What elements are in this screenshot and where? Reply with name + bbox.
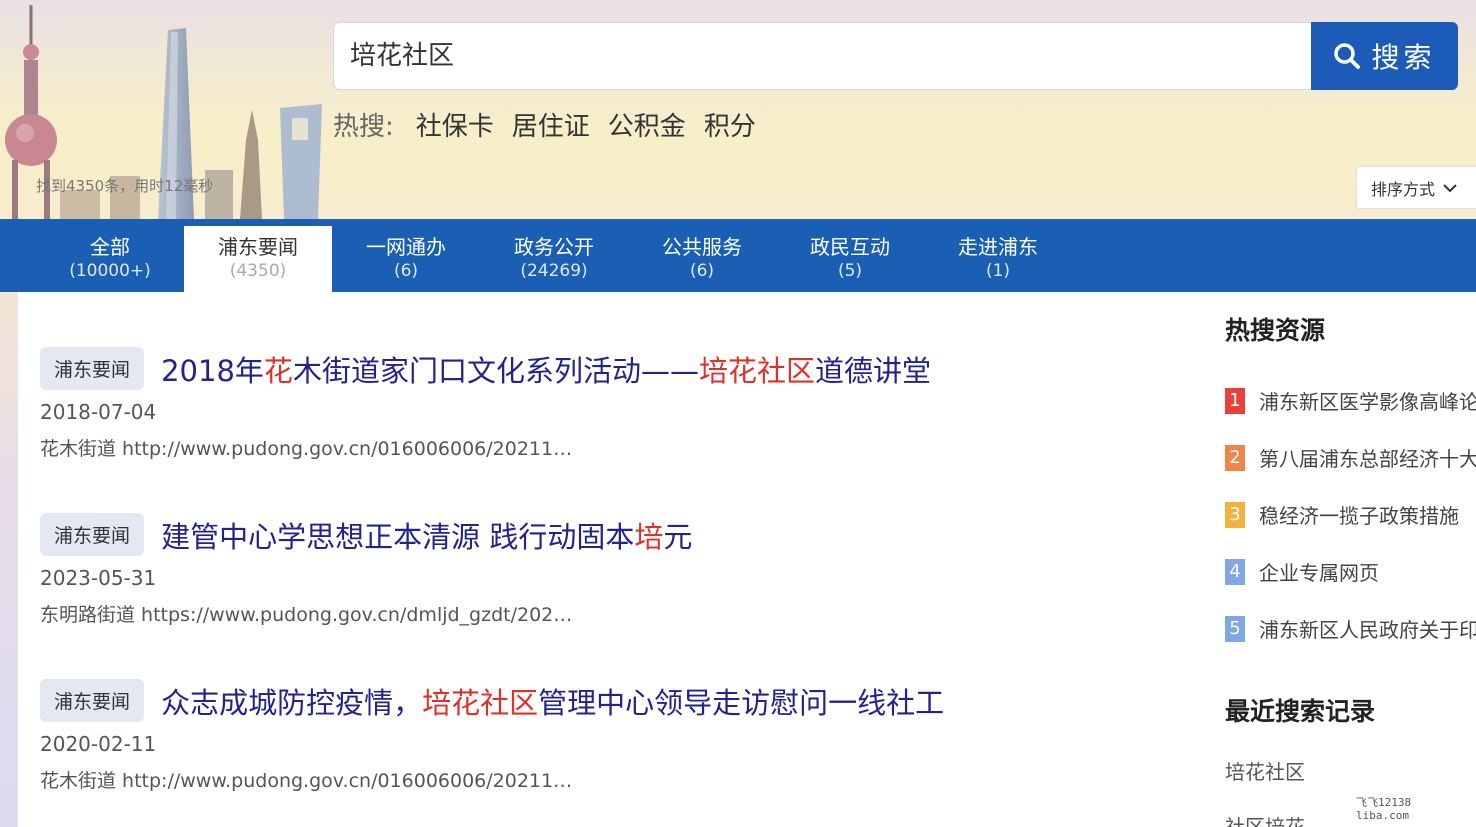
tab-label: 全部 <box>90 235 130 259</box>
result-category-tag: 浦东要闻 <box>40 679 145 722</box>
tab-pudong-news[interactable]: 浦东要闻 (4350) <box>184 226 332 292</box>
hot-resources-title: 热搜资源 <box>1225 316 1326 345</box>
hot-resource-item[interactable]: 1 浦东新区医学影像高峰论坛 <box>1225 372 1476 429</box>
tab-count: (6) <box>393 261 419 281</box>
tab-label: 政务公开 <box>514 235 594 259</box>
hot-search-label: 热搜: <box>333 112 394 142</box>
tab-public-service[interactable]: 公共服务 (6) <box>628 219 776 292</box>
title-text: 道德讲堂 <box>814 353 931 388</box>
result-source: 东明路街道 https://www.pudong.gov.cn/dmljd_gz… <box>40 604 573 626</box>
rank-badge: 1 <box>1225 387 1245 414</box>
hot-resource-item[interactable]: 3 稳经济一揽子政策措施 <box>1225 486 1476 543</box>
sort-label: 排序方式 <box>1371 179 1436 199</box>
search-icon <box>1334 43 1361 69</box>
search-result: 浦东要闻 2018年花木街道家门口文化系列活动——培花社区道德讲堂 2018-0… <box>40 347 931 461</box>
hot-resource-item[interactable]: 5 浦东新区人民政府关于印 <box>1225 600 1476 657</box>
hot-search-link[interactable]: 社保卡 <box>416 106 494 143</box>
title-text: 管理中心领导走访慰问一线社工 <box>538 685 945 720</box>
result-source: 花木街道 http://www.pudong.gov.cn/016006006/… <box>40 770 573 792</box>
hot-resources-list: 1 浦东新区医学影像高峰论坛 2 第八届浦东总部经济十大 3 稳经济一揽子政策措… <box>1225 372 1476 657</box>
hot-search-link[interactable]: 公积金 <box>608 106 686 143</box>
hot-resource-item[interactable]: 4 企业专属网页 <box>1225 543 1476 600</box>
category-tabs: 全部 (10000+) 浦东要闻 (4350) 一网通办 (6) 政务公开 (2… <box>0 219 1476 292</box>
result-date: 2020-02-11 <box>40 732 157 756</box>
search-result: 浦东要闻 建管中心学思想正本清源 践行动固本培元 2023-05-31 东明路街… <box>40 513 692 627</box>
result-date: 2023-05-31 <box>40 566 157 590</box>
tab-all[interactable]: 全部 (10000+) <box>36 219 184 292</box>
tab-one-stop-service[interactable]: 一网通办 (6) <box>332 219 480 292</box>
hot-resource-text: 浦东新区医学影像高峰论坛 <box>1259 390 1476 414</box>
highlighted-keyword: 培花社区 <box>698 353 815 388</box>
tab-label: 公共服务 <box>662 235 742 259</box>
chevron-down-icon <box>1443 183 1457 192</box>
result-source: 花木街道 http://www.pudong.gov.cn/016006006/… <box>40 438 573 460</box>
tab-about-pudong[interactable]: 走进浦东 (1) <box>924 219 1072 292</box>
hot-resource-text: 第八届浦东总部经济十大 <box>1259 447 1476 471</box>
recent-searches-title: 最近搜索记录 <box>1225 697 1376 726</box>
tab-label: 一网通办 <box>366 235 446 259</box>
tab-label: 政民互动 <box>810 235 890 259</box>
hot-resource-text: 浦东新区人民政府关于印 <box>1259 618 1476 642</box>
result-date: 2018-07-04 <box>40 400 157 424</box>
tab-count: (1) <box>985 261 1011 281</box>
highlighted-keyword: 培花社区 <box>422 685 539 720</box>
highlighted-keyword: 培 <box>634 519 664 554</box>
result-title-link[interactable]: 建管中心学思想正本清源 践行动固本培元 <box>161 520 692 554</box>
hot-search-link[interactable]: 居住证 <box>512 106 590 143</box>
rank-badge: 3 <box>1225 501 1245 528</box>
hot-resource-text: 稳经济一揽子政策措施 <box>1259 504 1459 528</box>
recent-search-item[interactable]: 社区培花 <box>1225 811 1305 827</box>
search-input[interactable]: 培花社区 <box>333 22 1313 90</box>
result-title-link[interactable]: 众志成城防控疫情，培花社区管理中心领导走访慰问一线社工 <box>161 686 944 720</box>
search-button[interactable]: 搜索 <box>1311 22 1458 90</box>
tab-label: 走进浦东 <box>958 235 1038 259</box>
result-title-link[interactable]: 2018年花木街道家门口文化系列活动——培花社区道德讲堂 <box>161 354 931 388</box>
header-banner: 培花社区 搜索 热搜: 社保卡 居住证 公积金 积分 找到4350条，用时12毫… <box>0 0 1476 219</box>
tab-count: (6) <box>689 261 715 281</box>
watermark-line: liba.com <box>1356 809 1409 822</box>
title-text: 众志成城防控疫情， <box>161 685 423 720</box>
watermark-line: 飞飞12138 <box>1356 796 1412 809</box>
sort-dropdown[interactable]: 排序方式 <box>1356 166 1476 209</box>
title-text: 元 <box>663 519 693 554</box>
tab-count: (10000+) <box>69 261 151 281</box>
recent-search-item[interactable]: 培花社区 <box>1225 756 1305 785</box>
rank-badge: 4 <box>1225 558 1245 585</box>
tab-label: 浦东要闻 <box>218 235 298 259</box>
result-count: 找到4350条，用时12毫秒 <box>36 177 214 195</box>
tab-count: (4350) <box>229 261 287 281</box>
watermark: 飞飞12138 liba.com <box>1356 796 1411 822</box>
hot-search-link[interactable]: 积分 <box>704 106 756 143</box>
title-text: 建管中心学思想正本清源 践行动固本 <box>161 519 635 554</box>
tab-government-affairs[interactable]: 政务公开 (24269) <box>480 219 628 292</box>
search-result: 浦东要闻 众志成城防控疫情，培花社区管理中心领导走访慰问一线社工 2020-02… <box>40 679 944 793</box>
tab-count: (24269) <box>520 261 588 281</box>
decorative-strip <box>0 292 18 827</box>
tab-interaction[interactable]: 政民互动 (5) <box>776 219 924 292</box>
result-category-tag: 浦东要闻 <box>40 347 145 390</box>
hot-resource-item[interactable]: 2 第八届浦东总部经济十大 <box>1225 429 1476 486</box>
highlighted-keyword: 花 <box>263 353 293 388</box>
rank-badge: 2 <box>1225 444 1245 471</box>
result-category-tag: 浦东要闻 <box>40 513 145 556</box>
rank-badge: 5 <box>1225 615 1245 642</box>
search-button-label: 搜索 <box>1371 41 1436 74</box>
title-text: 2018年 <box>161 353 264 388</box>
tab-count: (5) <box>837 261 863 281</box>
title-text: 木街道家门口文化系列活动—— <box>292 353 699 388</box>
hot-search-row: 热搜: 社保卡 居住证 公积金 积分 <box>333 106 774 143</box>
hot-resource-text: 企业专属网页 <box>1259 561 1379 585</box>
